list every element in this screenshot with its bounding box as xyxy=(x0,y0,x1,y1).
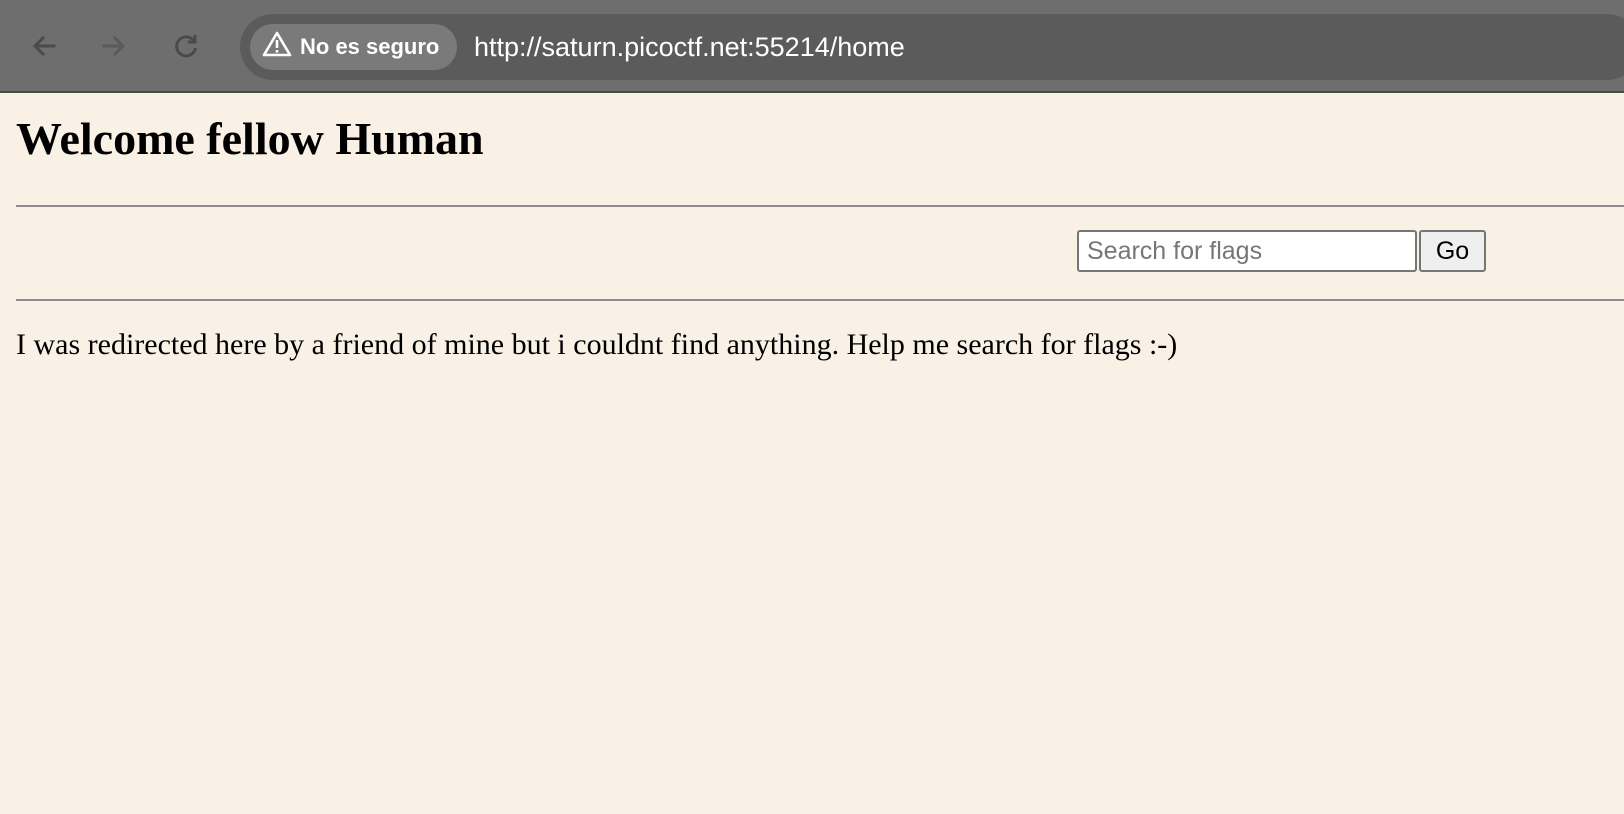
search-input[interactable] xyxy=(1077,230,1417,272)
back-button[interactable] xyxy=(26,28,62,64)
warning-triangle-icon xyxy=(262,30,292,64)
go-button[interactable]: Go xyxy=(1419,230,1486,272)
intro-message: I was redirected here by a friend of min… xyxy=(16,328,1178,361)
page-content: Welcome fellow Human Go I was redirected… xyxy=(0,93,1624,814)
divider-top xyxy=(16,205,1624,207)
divider-bottom xyxy=(16,299,1624,301)
search-form: Go xyxy=(1077,230,1486,272)
page-title: Welcome fellow Human xyxy=(16,113,484,164)
security-indicator[interactable]: No es seguro xyxy=(250,24,458,70)
security-label: No es seguro xyxy=(300,34,440,59)
address-bar[interactable]: No es seguro http://saturn.picoctf.net:5… xyxy=(240,14,1624,80)
reload-button[interactable] xyxy=(168,28,204,64)
browser-toolbar: No es seguro http://saturn.picoctf.net:5… xyxy=(0,0,1624,93)
url-text[interactable]: http://saturn.picoctf.net:55214/home xyxy=(474,30,905,64)
arrow-left-icon xyxy=(29,31,59,61)
reload-icon xyxy=(171,31,201,61)
forward-button[interactable] xyxy=(96,28,132,64)
arrow-right-icon xyxy=(99,31,129,61)
